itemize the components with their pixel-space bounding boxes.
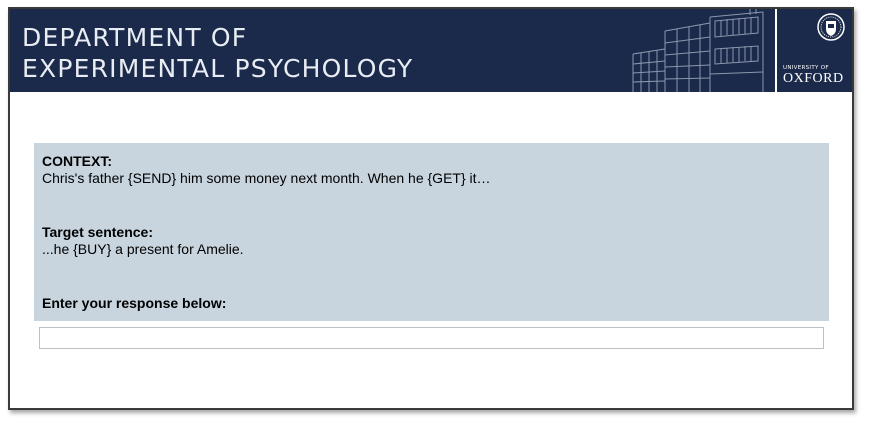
question-panel: CONTEXT: Chris's father {SEND} him some …: [34, 143, 829, 321]
university-crest-icon: [817, 13, 845, 41]
context-label: CONTEXT:: [42, 153, 112, 169]
context-text: Chris's father {SEND} him some money nex…: [42, 170, 491, 186]
department-title-line1: DEPARTMENT OF: [22, 23, 248, 52]
target-sentence-text: ...he {BUY} a present for Amelie.: [42, 241, 244, 257]
target-sentence-label: Target sentence:: [42, 224, 153, 240]
building-illustration: [632, 9, 764, 92]
response-input[interactable]: [39, 327, 824, 349]
header-banner: DEPARTMENT OF EXPERIMENTAL PSYCHOLOGY UN…: [10, 9, 852, 92]
oxford-logo: UNIVERSITY OF OXFORD: [775, 9, 852, 92]
oxford-wordmark: OXFORD: [783, 71, 844, 86]
department-title-line2: EXPERIMENTAL PSYCHOLOGY: [22, 54, 414, 83]
survey-window: DEPARTMENT OF EXPERIMENTAL PSYCHOLOGY UN…: [8, 7, 854, 410]
response-prompt-label: Enter your response below:: [42, 295, 227, 311]
